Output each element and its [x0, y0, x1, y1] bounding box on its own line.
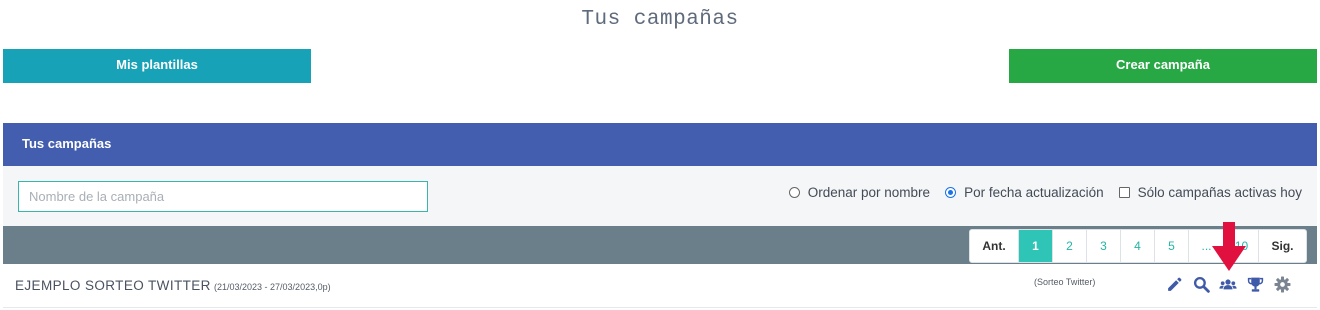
campaign-search-input[interactable] — [18, 181, 428, 212]
magnifier-icon[interactable] — [1192, 275, 1210, 293]
sort-by-date-radio[interactable] — [945, 187, 957, 198]
gear-icon[interactable] — [1273, 275, 1291, 293]
trophy-icon[interactable] — [1246, 275, 1264, 293]
pencil-icon[interactable] — [1165, 275, 1183, 293]
page-title: Tus campañas — [581, 8, 739, 31]
sort-by-date-label: Por fecha actualización — [964, 185, 1104, 200]
highlight-arrow-icon — [1212, 222, 1246, 271]
only-active-option[interactable]: Sólo campañas activas hoy — [1118, 185, 1302, 200]
only-active-checkbox[interactable] — [1118, 187, 1130, 198]
campaign-name[interactable]: EJEMPLO SORTEO TWITTER — [15, 278, 211, 293]
page-button-3[interactable]: 3 — [1086, 230, 1120, 262]
prev-page-button[interactable]: Ant. — [970, 230, 1018, 262]
page-button-4[interactable]: 4 — [1120, 230, 1154, 262]
campaign-row: EJEMPLO SORTEO TWITTER (21/03/2023 - 27/… — [3, 264, 1317, 308]
campaign-dates: (21/03/2023 - 27/03/2023,0p) — [214, 282, 331, 292]
sort-by-name-label: Ordenar por nombre — [807, 185, 931, 200]
page-button-1[interactable]: 1 — [1018, 230, 1052, 262]
sort-by-name-option[interactable]: Ordenar por nombre — [788, 185, 931, 200]
filter-bar: Ordenar por nombre Por fecha actualizaci… — [3, 166, 1317, 226]
pagination: Ant. 1 2 3 4 5 ... 10 Sig. — [969, 229, 1307, 263]
create-campaign-button[interactable]: Crear campaña — [1009, 49, 1317, 83]
sort-options: Ordenar por nombre Por fecha actualizaci… — [774, 185, 1302, 200]
sort-by-date-option[interactable]: Por fecha actualización — [945, 185, 1104, 200]
campaign-actions — [1165, 275, 1300, 293]
sort-by-name-radio[interactable] — [788, 187, 800, 198]
users-icon[interactable] — [1219, 275, 1237, 293]
my-templates-button[interactable]: Mis plantillas — [3, 49, 311, 83]
next-page-button[interactable]: Sig. — [1258, 230, 1306, 262]
page-button-5[interactable]: 5 — [1154, 230, 1188, 262]
only-active-label: Sólo campañas activas hoy — [1137, 185, 1302, 200]
page-button-2[interactable]: 2 — [1052, 230, 1086, 262]
campaign-type: (Sorteo Twitter) — [1034, 277, 1096, 287]
pagination-bar: Ant. 1 2 3 4 5 ... 10 Sig. — [3, 226, 1317, 264]
campaigns-panel-header: Tus campañas — [3, 123, 1317, 166]
